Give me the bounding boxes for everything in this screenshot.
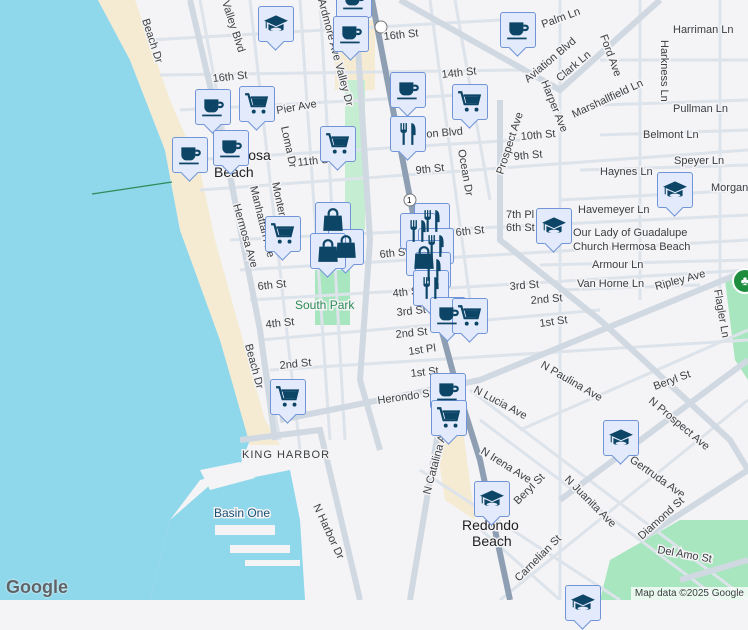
coffee-cup-icon bbox=[435, 378, 461, 404]
street-label: 16th St bbox=[383, 27, 419, 43]
street-label: 1st St bbox=[539, 314, 569, 330]
coffee-cup-icon bbox=[218, 135, 244, 161]
place-label-king-harbor: KING HARBOR bbox=[242, 449, 330, 461]
map-marker-grocery[interactable] bbox=[431, 400, 467, 445]
map-marker-grocery[interactable] bbox=[239, 86, 275, 131]
map-marker-school[interactable] bbox=[603, 420, 639, 465]
street-label: Van Horne Ln bbox=[577, 278, 644, 290]
graduation-cap-icon bbox=[662, 177, 688, 203]
map-marker-grocery[interactable] bbox=[265, 216, 301, 261]
coffee-cup-icon bbox=[177, 142, 203, 168]
street-label: Harriman Ln bbox=[673, 24, 734, 36]
shopping-cart-icon bbox=[244, 91, 270, 117]
street-label: Armour Ln bbox=[592, 259, 643, 271]
street-label: Herondo St bbox=[377, 387, 434, 407]
shopping-cart-icon bbox=[436, 405, 462, 431]
map-marker-cafe[interactable] bbox=[333, 16, 369, 61]
place-label-church: Church Hermosa Beach bbox=[573, 241, 690, 253]
street-label: Valley Blvd bbox=[219, 0, 247, 54]
coffee-cup-icon bbox=[338, 21, 364, 47]
map-marker-school[interactable] bbox=[657, 172, 693, 217]
map-marker-school[interactable] bbox=[258, 6, 294, 51]
street-label: 10th St bbox=[520, 128, 556, 143]
graduation-cap-icon bbox=[541, 213, 567, 239]
graduation-cap-icon bbox=[608, 425, 634, 451]
street-label: Haynes Ln bbox=[600, 166, 653, 178]
map-marker-grocery[interactable] bbox=[452, 298, 488, 343]
shopping-cart-icon bbox=[457, 303, 483, 329]
coffee-cup-icon bbox=[395, 77, 421, 103]
map-marker-cafe[interactable] bbox=[390, 72, 426, 117]
street-label: Havemeyer Ln bbox=[578, 204, 650, 216]
map-attribution[interactable]: Map data ©2025 Google bbox=[630, 587, 748, 600]
map-marker-grocery[interactable] bbox=[452, 84, 488, 129]
street-label: Loma Dr bbox=[278, 125, 299, 169]
street-label: 2nd St bbox=[395, 326, 428, 341]
street-label: Ocean Dr bbox=[455, 148, 475, 197]
street-label: 2nd St bbox=[279, 357, 312, 372]
coffee-cup-icon bbox=[200, 94, 226, 120]
street-label: Harkness Ln bbox=[658, 40, 670, 102]
shopping-cart-icon bbox=[275, 384, 301, 410]
shopping-cart-icon bbox=[270, 221, 296, 247]
route-1-label: 1 bbox=[407, 196, 412, 205]
street-label: 7th Pl bbox=[506, 209, 534, 221]
street-label: 3rd St bbox=[509, 278, 539, 293]
street-label: 6th St bbox=[455, 224, 485, 239]
map-marker-cafe[interactable] bbox=[172, 137, 208, 182]
shopping-cart-icon bbox=[325, 131, 351, 157]
street-label: 4th St bbox=[265, 316, 295, 331]
street-label: 9th St bbox=[415, 162, 445, 177]
coffee-cup-icon bbox=[341, 0, 367, 13]
map-marker-grocery[interactable] bbox=[320, 126, 356, 171]
street-label: N Paulina Ave bbox=[539, 359, 605, 404]
map-marker-cafe[interactable] bbox=[195, 89, 231, 134]
street-label: 14th St bbox=[441, 65, 477, 81]
shopping-bag-icon bbox=[315, 238, 341, 264]
map-canvas[interactable]: 1 Hermosa Beach Redondo Beach South Park… bbox=[0, 0, 748, 600]
map-marker-cafe[interactable] bbox=[500, 12, 536, 57]
street-label: Marshallfield Ln bbox=[570, 77, 645, 120]
place-label-church: Our Lady of Guadalupe bbox=[573, 227, 687, 239]
street-label: N Lucia Ave bbox=[472, 384, 529, 422]
street-label: 6th St bbox=[506, 222, 535, 234]
street-label: 9th St bbox=[513, 149, 543, 163]
street-label: Pier Ave bbox=[275, 98, 317, 117]
map-marker-grocery[interactable] bbox=[270, 379, 306, 424]
street-label: 1st Pl bbox=[408, 342, 437, 358]
google-logo: Google bbox=[6, 577, 68, 597]
map-marker-school[interactable] bbox=[536, 208, 572, 253]
map-marker-school[interactable] bbox=[565, 585, 601, 630]
coffee-cup-icon bbox=[505, 17, 531, 43]
map-marker-school[interactable] bbox=[474, 481, 510, 526]
place-label-south-park: South Park bbox=[295, 298, 355, 312]
street-label: Speyer Ln bbox=[674, 155, 724, 167]
map-marker-restaurant[interactable] bbox=[390, 116, 426, 161]
map-marker-shop[interactable] bbox=[310, 233, 346, 278]
street-label: Morgan Ln bbox=[711, 182, 748, 194]
map-marker-cafe[interactable] bbox=[213, 130, 249, 175]
street-label: 16th St bbox=[212, 69, 248, 85]
fork-knife-icon bbox=[418, 275, 444, 301]
shopping-cart-icon bbox=[457, 89, 483, 115]
place-label-redondo-beach: Beach bbox=[472, 533, 512, 549]
shopping-bag-icon bbox=[320, 207, 346, 233]
place-label-basin-one: Basin One bbox=[214, 506, 270, 520]
graduation-cap-icon bbox=[479, 486, 505, 512]
street-label: 2nd St bbox=[530, 292, 563, 307]
graduation-cap-icon bbox=[570, 590, 596, 616]
street-label: N Prospect Ave bbox=[646, 395, 712, 453]
graduation-cap-icon bbox=[263, 11, 289, 37]
fork-knife-icon bbox=[395, 121, 421, 147]
street-label: Belmont Ln bbox=[643, 129, 699, 141]
street-label: Pullman Ln bbox=[673, 103, 728, 115]
